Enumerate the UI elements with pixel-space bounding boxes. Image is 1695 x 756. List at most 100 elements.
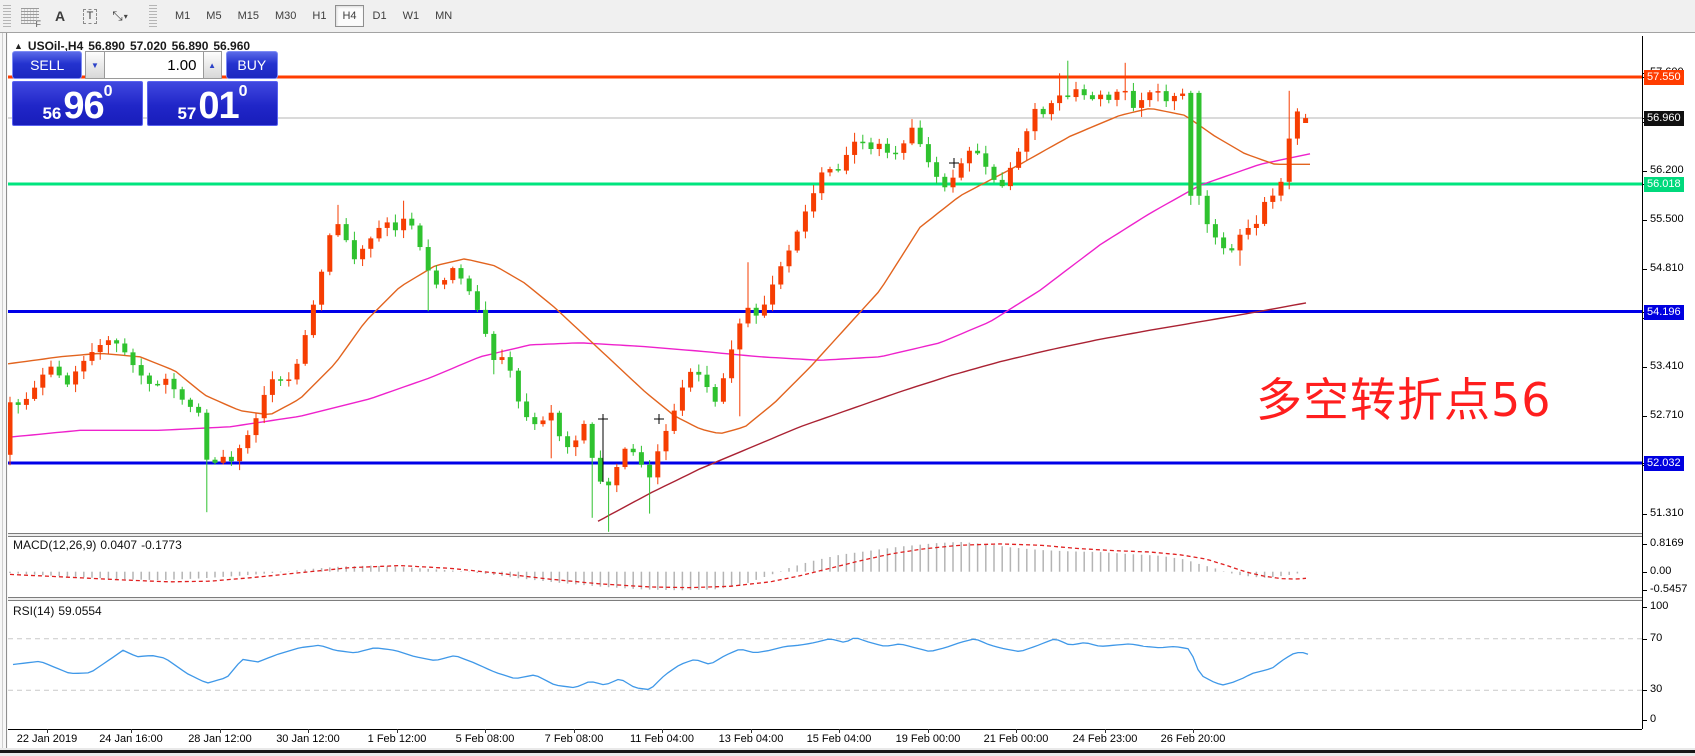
collapse-arrow-icon[interactable]: ▲ [14, 41, 23, 51]
sell-price-display[interactable]: 56960 [12, 81, 143, 126]
tick-mark [1643, 720, 1647, 721]
volume-increase-button[interactable]: ▲ [203, 51, 222, 79]
date-tick-mark [1105, 729, 1106, 733]
price-tick-56.200: 56.200 [1650, 164, 1684, 176]
tick-mark [1643, 544, 1647, 545]
tick-mark [1643, 690, 1647, 691]
sell-button[interactable]: SELL [12, 51, 82, 79]
price-tick-0.00: 0.00 [1650, 565, 1671, 577]
chart-annotation-text: 多空转折点56 [1256, 364, 1552, 430]
date-tick-mark [397, 729, 398, 733]
date-tick-mark [485, 729, 486, 733]
date-label: 11 Feb 04:00 [630, 733, 694, 745]
rsi-value: 59.0554 [58, 604, 101, 618]
buy-price-big: 01 [198, 90, 238, 122]
price-badge-56.018: 56.018 [1644, 177, 1684, 192]
price-badge-54.196: 54.196 [1644, 305, 1684, 320]
price-tick-0.8169: 0.8169 [1650, 537, 1684, 549]
date-label: 30 Jan 12:00 [276, 733, 340, 745]
price-tick-53.410: 53.410 [1650, 360, 1684, 372]
timeframe-button-w1[interactable]: W1 [396, 5, 427, 27]
volume-decrease-button[interactable]: ▼ [85, 51, 104, 79]
time-axis[interactable]: 22 Jan 201924 Jan 16:0028 Jan 12:0030 Ja… [8, 733, 1642, 748]
date-label: 26 Feb 20:00 [1161, 733, 1226, 745]
one-click-trade-panel: SELL ▼ ▲ BUY 56960 57010 [12, 51, 278, 126]
toolbar-grip-2[interactable] [149, 5, 157, 27]
date-tick-mark [1193, 729, 1194, 733]
ma-fast-line [8, 109, 1310, 433]
price-tick-30: 30 [1650, 683, 1662, 695]
mt4-terminal: F A T ⤡ ▾ M1M5M15M30H1H4D1W1MN ▲ USOil-,… [0, 0, 1695, 756]
bottom-axis-border [8, 729, 1642, 730]
date-tick-mark [928, 729, 929, 733]
draw-arrows-button[interactable]: ⤡ ▾ [107, 3, 133, 29]
grid-icon: F [21, 8, 39, 24]
date-tick-mark [839, 729, 840, 733]
tick-mark [1643, 220, 1647, 221]
date-label: 24 Feb 23:00 [1073, 733, 1138, 745]
date-tick-mark [131, 729, 132, 733]
date-tick-mark [47, 729, 48, 733]
timeframe-button-m5[interactable]: M5 [199, 5, 228, 27]
date-label: 19 Feb 00:00 [896, 733, 961, 745]
rsi-label-row: RSI(14)59.0554 [13, 604, 106, 618]
toolbar-grip[interactable] [3, 5, 11, 27]
price-tick-100: 100 [1650, 600, 1668, 612]
tick-mark [1643, 607, 1647, 608]
price-tick-52.710: 52.710 [1650, 409, 1684, 421]
timeframe-button-m30[interactable]: M30 [268, 5, 303, 27]
timeframe-button-h4[interactable]: H4 [335, 5, 363, 27]
tick-mark [1643, 367, 1647, 368]
tick-mark [1643, 572, 1647, 573]
buy-button[interactable]: BUY [226, 51, 278, 79]
buy-price-display[interactable]: 57010 [147, 81, 278, 126]
sell-price-sup: 0 [104, 84, 113, 100]
price-tick--0.5457: -0.5457 [1650, 583, 1687, 595]
tick-mark [1643, 639, 1647, 640]
price-tick-0: 0 [1650, 713, 1656, 725]
date-tick-mark [220, 729, 221, 733]
price-tick-55.500: 55.500 [1650, 213, 1684, 225]
sell-price-small: 56 [42, 105, 61, 122]
tick-mark [1643, 514, 1647, 515]
volume-input[interactable] [105, 51, 203, 79]
indicator-grid-button[interactable]: F [17, 3, 43, 29]
tick-mark [1643, 269, 1647, 270]
date-tick-mark [662, 729, 663, 733]
date-tick-mark [1016, 729, 1017, 733]
date-label: 5 Feb 08:00 [456, 733, 515, 745]
price-tick-54.810: 54.810 [1650, 262, 1684, 274]
text-box-icon: T [83, 9, 98, 24]
price-badge-56.960: 56.960 [1644, 111, 1684, 126]
date-label: 1 Feb 12:00 [368, 733, 427, 745]
font-button[interactable]: A [47, 3, 73, 29]
ma-slow-line [598, 303, 1306, 521]
window-left-edge [0, 33, 8, 756]
price-tick-70: 70 [1650, 632, 1662, 644]
price-axis[interactable]: 57.60056.90056.20055.50054.81054.11053.4… [1643, 33, 1695, 748]
date-label: 13 Feb 04:00 [719, 733, 784, 745]
date-label: 24 Jan 16:00 [99, 733, 163, 745]
rsi-line [13, 638, 1308, 689]
ma-mid-line [8, 154, 1310, 438]
chevron-down-icon: ▾ [124, 12, 128, 21]
date-tick-mark [574, 729, 575, 733]
toolbar: F A T ⤡ ▾ M1M5M15M30H1H4D1W1MN [0, 0, 1695, 33]
macd-label-row: MACD(12,26,9)0.0407-0.1773 [13, 538, 186, 552]
macd-histogram [10, 542, 1306, 590]
timeframe-button-m15[interactable]: M15 [231, 5, 266, 27]
buy-price-small: 57 [177, 105, 196, 122]
macd-panel[interactable] [8, 537, 1642, 597]
date-label: 21 Feb 00:00 [984, 733, 1049, 745]
timeframe-button-m1[interactable]: M1 [168, 5, 197, 27]
timeframe-button-h1[interactable]: H1 [305, 5, 333, 27]
timeframe-button-mn[interactable]: MN [428, 5, 459, 27]
macd-main-value: 0.0407 [100, 538, 137, 552]
text-label-button[interactable]: T [77, 3, 103, 29]
timeframe-button-d1[interactable]: D1 [366, 5, 394, 27]
font-a-icon: A [55, 8, 65, 24]
rsi-panel[interactable] [8, 601, 1642, 729]
date-tick-mark [751, 729, 752, 733]
timeframe-bar: M1M5M15M30H1H4D1W1MN [167, 5, 460, 27]
date-label: 7 Feb 08:00 [545, 733, 604, 745]
